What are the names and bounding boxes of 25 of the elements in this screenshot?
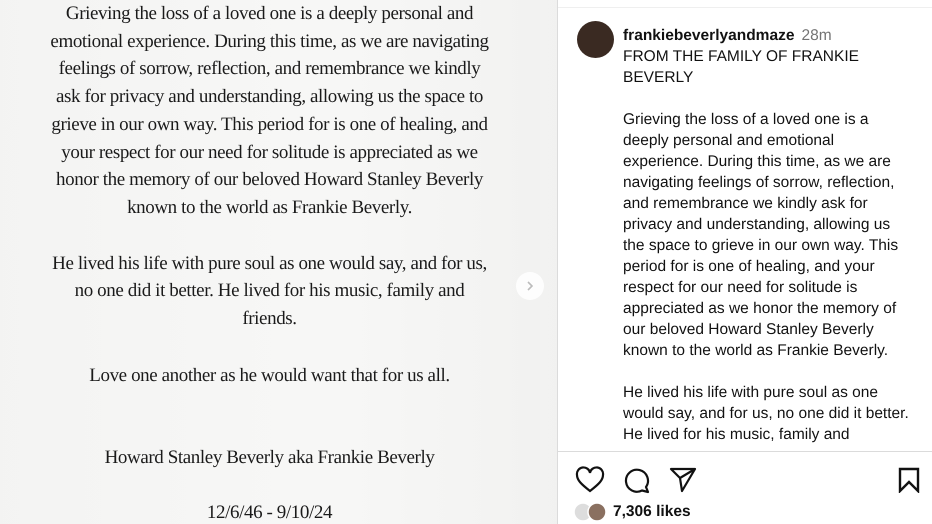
- heart-icon[interactable]: [575, 466, 605, 494]
- statement-line: no one did it better. He lived for his music, family and: [74, 279, 464, 304]
- statement-line: emotional experience. During this time, as we are navigating: [50, 30, 489, 54]
- statement-line: honor the memory of our beloved Howard Stanley Beverly: [56, 168, 483, 192]
- username-link[interactable]: frankiebeverlyandmaze: [623, 25, 794, 46]
- statement-line: feelings of sorrow, reflection, and remembrance we kindly: [58, 57, 480, 82]
- statement-line: your respect for our need for solitude is appreciated as we: [61, 140, 478, 165]
- comment-icon[interactable]: [623, 466, 651, 494]
- statement-line: He lived his life with pure soul as one would say, and for us,: [52, 252, 487, 276]
- post-time: 28m: [801, 26, 832, 46]
- statement-line: Howard Stanley Beverly aka Frankie Beverly: [104, 446, 434, 470]
- caption-paragraph: Grieving the loss of a loved one is a deeply personal and emotional experience. During this time, as we are navigating feelings of sorrow, reflection, and remembrance we kindly ask for privacy and understanding, allowing us the space to grieve in our own way. This period for is one of healing, and your respect for our need for solitude is appreciated as we honor the memory of our beloved Howard Stanley Beverly known to the world as Frankie Beverly.: [623, 110, 900, 361]
- send-icon[interactable]: [669, 467, 697, 493]
- statement-line: Grieving the loss of a loved one is a deeply personal and: [66, 2, 474, 26]
- avatar[interactable]: [577, 21, 614, 58]
- bookmark-icon[interactable]: [898, 467, 920, 493]
- statement-line: friends.: [242, 307, 297, 332]
- likes-count[interactable]: 7,306 likes: [613, 503, 691, 521]
- statement-line: grieve in our own way. This period for is one of healing, and: [51, 112, 488, 137]
- caption-paragraph: He lived his life with pure soul as one would say, and for us, no one did it better. He lived for his music, family and: [623, 383, 910, 445]
- statement-line: ask for privacy and understanding, allowing us the space to: [56, 85, 483, 110]
- statement-line: 12/6/46 - 9/10/24: [206, 501, 332, 524]
- statement-line: Love one another as he would want that for us all.: [89, 364, 450, 388]
- statement-line: known to the world as Frankie Beverly.: [127, 196, 412, 220]
- caption-title: FROM THE FAMILY OF FRANKIE BEVERLY: [623, 47, 860, 88]
